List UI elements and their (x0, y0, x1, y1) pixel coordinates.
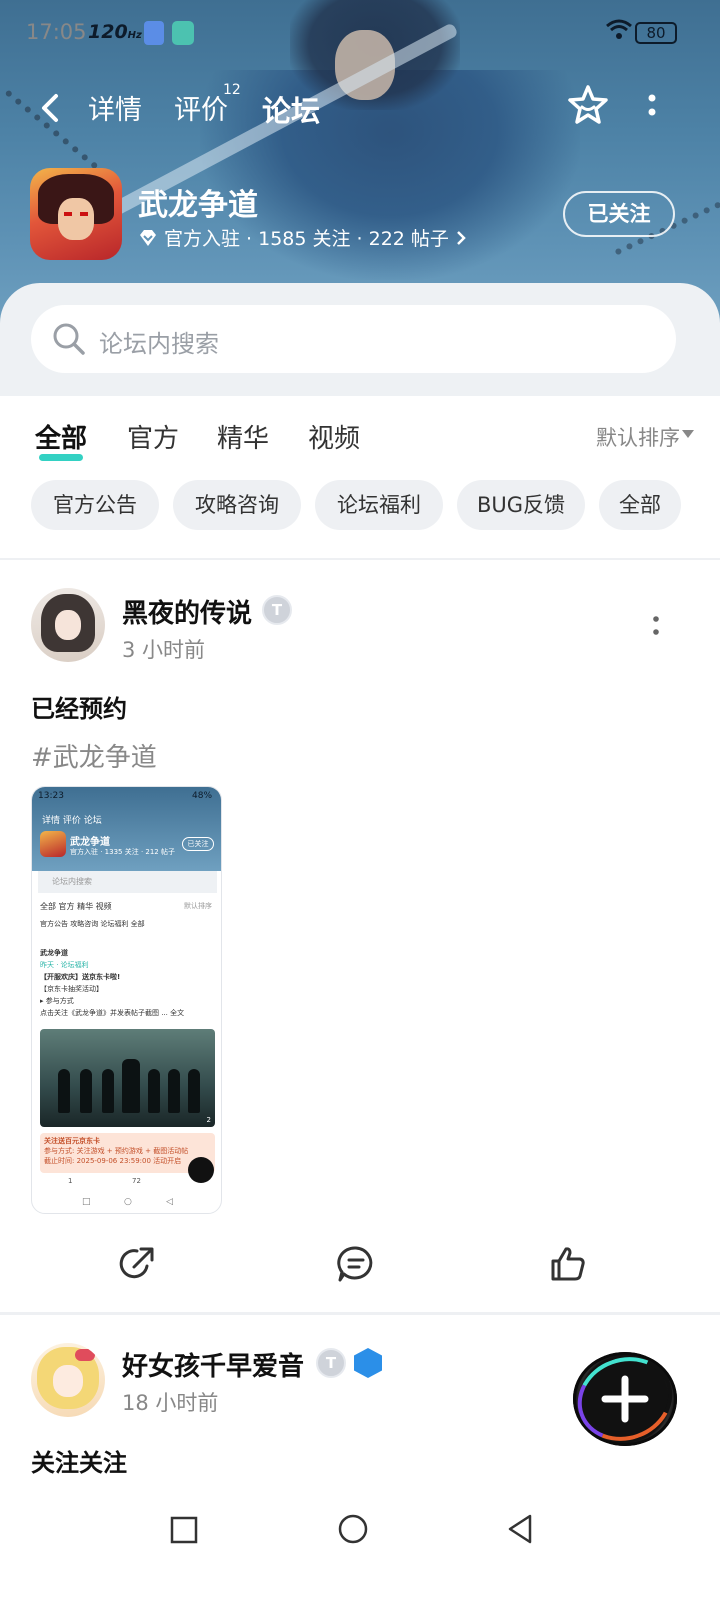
thumb-system-nav: □ ○ ◁ (82, 1197, 173, 1207)
back-icon[interactable] (506, 1514, 534, 1548)
tab-video[interactable]: 视频 (308, 418, 360, 455)
more-vertical-icon[interactable] (651, 614, 661, 638)
tab-forum[interactable]: 论坛 (259, 88, 323, 130)
status-bar: 17:05 120Hz 80 (0, 18, 720, 48)
gamepad-verified-icon (354, 1348, 382, 1378)
post-image[interactable]: 13:23 48% 详情 评价 论坛 武龙争道 官方入驻 · 1335 关注 ·… (31, 786, 222, 1214)
thumb-sort: 默认排序 (184, 902, 212, 910)
comment-icon[interactable] (336, 1244, 376, 1284)
content-tabs: 全部 官方 精华 视频 默认排序 (0, 396, 720, 476)
chip-bug-report[interactable]: BUG反馈 (457, 480, 585, 530)
divider (0, 558, 720, 560)
post-author[interactable]: 黑夜的传说 (122, 593, 252, 630)
refresh-rate: 120Hz (88, 21, 142, 43)
divider (0, 1312, 720, 1315)
game-meta-text: 官方入驻 · 1585 关注 · 222 帖子 (164, 228, 449, 250)
search-icon (51, 321, 87, 357)
tab-all[interactable]: 全部 (35, 418, 87, 461)
thumb-battery: 48% (192, 791, 213, 801)
home-icon[interactable] (338, 1514, 368, 1548)
avatar[interactable] (31, 1343, 105, 1417)
chip-guide[interactable]: 攻略咨询 (173, 480, 301, 530)
thumb-title: 武龙争道 (70, 837, 110, 848)
chip-forum-welfare[interactable]: 论坛福利 (315, 480, 443, 530)
search-input[interactable]: 论坛内搜索 (31, 305, 676, 373)
chip-official-notice[interactable]: 官方公告 (31, 480, 159, 530)
reviews-count-badge: 12 (223, 82, 241, 98)
game-info: 武龙争道 官方入驻 · 1585 关注 · 222 帖子 已关注 (0, 168, 720, 264)
chevron-right-icon (457, 230, 466, 245)
avatar[interactable] (31, 588, 105, 662)
search-section: 论坛内搜索 (0, 283, 720, 398)
game-title: 武龙争道 (138, 188, 258, 223)
top-nav: 详情 评价 12 论坛 (0, 80, 720, 136)
post-time: 3 小时前 (122, 638, 206, 662)
create-post-button[interactable] (573, 1352, 677, 1446)
download-icon (144, 21, 164, 45)
post-title[interactable]: 关注关注 (31, 1443, 127, 1478)
thumb-post-image: 2 (40, 1029, 215, 1127)
thumb-post: 武龙争道 昨天 · 论坛福利 【开服欢庆】送京东卡啦! 【京东卡抽奖活动】 ▸ … (40, 949, 185, 1017)
follow-button[interactable]: 已关注 (563, 191, 675, 237)
game-banner: 17:05 120Hz 80 详情 评价 12 论坛 武龙争道 官方入驻 · 1… (0, 0, 720, 330)
post-author[interactable]: 好女孩千早爱音 (122, 1346, 304, 1383)
game-icon[interactable] (30, 168, 122, 260)
chip-all[interactable]: 全部 (599, 480, 681, 530)
verified-diamond-icon (140, 229, 156, 246)
star-icon[interactable] (565, 82, 611, 128)
game-meta[interactable]: 官方入驻 · 1585 关注 · 222 帖子 (138, 224, 467, 251)
wifi-icon (605, 18, 633, 48)
thumb-follow: 已关注 (182, 837, 214, 851)
thumb-action-bar: 1 72 (68, 1177, 141, 1185)
tab-details[interactable]: 详情 (88, 88, 142, 127)
more-vertical-icon[interactable] (640, 88, 664, 128)
status-time: 17:05 (26, 20, 87, 44)
thumb-content-tabs: 全部 官方 精华 视频 (40, 902, 112, 911)
thumb-meta: 官方入驻 · 1335 关注 · 212 帖子 (70, 848, 175, 856)
level-badge: T (316, 1348, 346, 1378)
share-icon[interactable] (117, 1244, 157, 1284)
thumb-status-time: 13:23 (38, 791, 64, 801)
level-badge: T (262, 595, 292, 625)
sort-dropdown[interactable]: 默认排序 (596, 422, 680, 452)
recent-apps-icon[interactable] (170, 1516, 198, 1548)
category-chips: 官方公告 攻略咨询 论坛福利 BUG反馈 全部 (0, 478, 720, 536)
thumb-game-icon (40, 831, 66, 857)
tab-featured[interactable]: 精华 (217, 418, 269, 455)
post-time: 18 小时前 (122, 1391, 219, 1415)
thumb-chips: 官方公告 攻略咨询 论坛福利 全部 (40, 920, 145, 928)
tab-official[interactable]: 官方 (127, 418, 179, 455)
back-arrow-icon[interactable] (32, 86, 72, 130)
search-placeholder: 论坛内搜索 (99, 330, 219, 358)
thumb-search: 论坛内搜索 (52, 877, 92, 886)
battery-indicator: 80 (635, 22, 677, 44)
thumb-tabs: 详情 评价 论坛 (42, 816, 102, 826)
tab-reviews[interactable]: 评价 (174, 88, 228, 127)
like-icon[interactable] (548, 1244, 588, 1284)
app-notification-icon (172, 21, 194, 45)
plus-icon (601, 1375, 649, 1423)
post-tag[interactable]: #武龙争道 (31, 737, 157, 774)
system-navigation-bar (0, 1490, 720, 1600)
post-title[interactable]: 已经预约 (31, 689, 127, 724)
dropdown-arrow-icon (682, 430, 694, 438)
post-action-bar (0, 1230, 720, 1300)
